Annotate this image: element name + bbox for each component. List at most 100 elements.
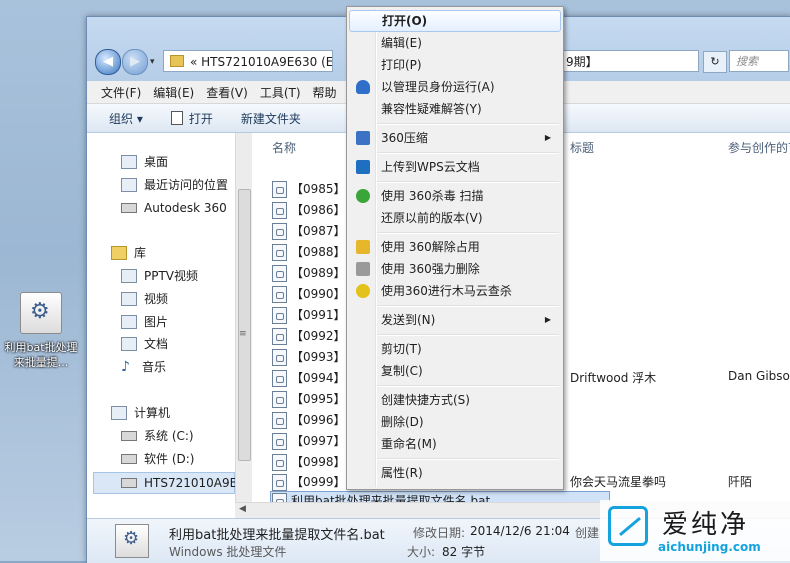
nav-item-drive-e[interactable]: HTS721010A9E6 — [121, 473, 245, 493]
watermark: 爱纯净 aichunjing.com — [600, 500, 790, 561]
nav-item-label: 桌面 — [144, 155, 169, 169]
menu-item-send-to[interactable]: 发送到(N) ▶ — [349, 309, 561, 331]
file-row[interactable]: 【0996】 — [272, 410, 346, 430]
file-name: 【0991】 — [291, 308, 346, 322]
audio-file-icon — [272, 411, 287, 429]
menu-item-delete[interactable]: 删除(D) — [349, 411, 561, 433]
file-row[interactable]: 【0991】 — [272, 305, 346, 325]
menu-item-open[interactable]: 打开(O) — [349, 10, 561, 32]
refresh-icon[interactable]: ↻ — [703, 51, 727, 73]
watermark-url: aichunjing.com — [658, 540, 761, 554]
audio-file-icon — [272, 180, 287, 198]
scroll-left-icon[interactable]: ◀ — [239, 504, 246, 514]
nav-item-music[interactable]: ♪ 音乐 — [121, 357, 166, 377]
menu-item-run-as-admin[interactable]: 以管理员身份运行(A) — [349, 76, 561, 98]
audio-file-icon — [272, 285, 287, 303]
file-row[interactable]: 【0994】 — [272, 368, 346, 388]
nav-item-recent[interactable]: 最近访问的位置 — [121, 175, 228, 195]
audio-file-icon — [272, 369, 287, 387]
menu-item-edit[interactable]: 编辑(E) — [349, 32, 561, 54]
nav-item-autodesk[interactable]: Autodesk 360 — [121, 198, 227, 218]
column-header-name[interactable]: 名称 — [272, 139, 296, 156]
menu-item-copy[interactable]: 复制(C) — [349, 360, 561, 382]
cell-artist: 阡陌 — [728, 475, 753, 489]
audio-file-icon — [272, 432, 287, 450]
nav-item-pptv[interactable]: PPTV视频 — [121, 266, 198, 286]
file-row[interactable]: 【0993】 — [272, 347, 346, 367]
file-row[interactable]: 【0998】 — [272, 452, 346, 472]
menu-item-restore-versions[interactable]: 还原以前的版本(V) — [349, 207, 561, 229]
open-button[interactable]: 打开 — [170, 110, 213, 127]
menu-item-360-unlock[interactable]: 使用 360解除占用 — [349, 236, 561, 258]
menu-view[interactable]: 查看(V) — [206, 84, 248, 101]
menu-item-cut[interactable]: 剪切(T) — [349, 338, 561, 360]
menu-help[interactable]: 帮助 — [313, 84, 337, 101]
column-header-title[interactable]: 标题 — [570, 139, 594, 156]
back-button[interactable]: ◀ — [95, 49, 121, 75]
menu-item-compatibility[interactable]: 兼容性疑难解答(Y) — [349, 98, 561, 120]
menu-item-360-trojan-scan[interactable]: 使用360进行木马云查杀 — [349, 280, 561, 302]
file-name: 【0985】 — [291, 182, 346, 196]
nav-item-documents[interactable]: 文档 — [121, 334, 168, 354]
audio-file-icon — [272, 348, 287, 366]
file-name: 【0997】 — [291, 434, 346, 448]
zip-icon — [356, 131, 370, 145]
desktop-bat-file-icon[interactable]: 利用bat批处理来批量提... — [2, 292, 80, 370]
details-created-label: 创建 — [575, 526, 600, 540]
nav-item-label: 音乐 — [142, 360, 167, 374]
shredder-icon — [356, 262, 370, 276]
computer-icon — [111, 406, 127, 420]
file-row[interactable]: 【0999】 — [272, 472, 346, 492]
menu-file[interactable]: 文件(F) — [101, 84, 141, 101]
navigation-pane: 桌面 最近访问的位置 Autodesk 360 库 PPTV视频 视频 图片 文… — [87, 133, 245, 532]
menu-item-rename[interactable]: 重命名(M) — [349, 433, 561, 455]
audio-file-icon — [272, 201, 287, 219]
file-row[interactable]: 【0986】 — [272, 200, 346, 220]
menu-item-wps-upload[interactable]: 上传到WPS云文档 — [349, 156, 561, 178]
menu-edit[interactable]: 编辑(E) — [153, 84, 194, 101]
search-input[interactable]: 搜索 — [729, 50, 789, 72]
desktop-icon — [121, 155, 137, 169]
file-row[interactable]: 【0997】 — [272, 431, 346, 451]
unlock-icon — [356, 240, 370, 254]
address-bar-tail[interactable]: 9期】 — [563, 50, 699, 72]
menu-separator — [377, 232, 559, 234]
file-row[interactable]: 【0990】 — [272, 284, 346, 304]
scrollbar-thumb[interactable] — [238, 189, 251, 461]
nav-item-computer[interactable]: 计算机 — [111, 403, 170, 423]
audio-file-icon — [272, 327, 287, 345]
menu-item-create-shortcut[interactable]: 创建快捷方式(S) — [349, 389, 561, 411]
file-row[interactable]: 【0992】 — [272, 326, 346, 346]
nav-item-videos[interactable]: 视频 — [121, 289, 168, 309]
menu-separator — [377, 181, 559, 183]
menu-item-print[interactable]: 打印(P) — [349, 54, 561, 76]
menu-item-properties[interactable]: 属性(R) — [349, 462, 561, 484]
nav-item-desktop[interactable]: 桌面 — [121, 152, 168, 172]
file-row[interactable]: 【0988】 — [272, 242, 346, 262]
file-name: 【0998】 — [291, 455, 346, 469]
recent-pages-dropdown-icon[interactable]: ▾ — [150, 57, 155, 67]
nav-item-drive-c[interactable]: 系统 (C:) — [121, 426, 194, 446]
menu-item-360-scan[interactable]: 使用 360杀毒 扫描 — [349, 185, 561, 207]
menu-item-360-force-delete[interactable]: 使用 360强力删除 — [349, 258, 561, 280]
organize-button[interactable]: 组织 ▾ — [109, 110, 143, 127]
nav-item-libraries[interactable]: 库 — [111, 243, 146, 263]
nav-scrollbar[interactable]: ≡ ▼ — [235, 133, 252, 518]
file-row[interactable]: 【0987】 — [272, 221, 346, 241]
video-icon — [121, 292, 137, 306]
file-row[interactable]: 【0989】 — [272, 263, 346, 283]
address-bar[interactable]: « HTS721010A9E630 (E:) ▸ — [163, 50, 333, 72]
audio-file-icon — [272, 453, 287, 471]
nav-item-drive-d[interactable]: 软件 (D:) — [121, 449, 194, 469]
cell-title: 你会天马流星拳吗 — [570, 475, 667, 489]
column-header-artists[interactable]: 参与创作的艺 — [728, 139, 790, 156]
new-folder-button[interactable]: 新建文件夹 — [241, 110, 301, 127]
file-row[interactable]: 【0985】 — [272, 179, 346, 199]
forward-button[interactable]: ▶ — [122, 49, 148, 75]
file-row[interactable]: 【0995】 — [272, 389, 346, 409]
nav-item-pictures[interactable]: 图片 — [121, 312, 168, 332]
drive-icon — [121, 454, 137, 464]
menu-separator — [377, 123, 559, 125]
menu-tools[interactable]: 工具(T) — [260, 84, 301, 101]
menu-item-360zip[interactable]: 360压缩 ▶ — [349, 127, 561, 149]
